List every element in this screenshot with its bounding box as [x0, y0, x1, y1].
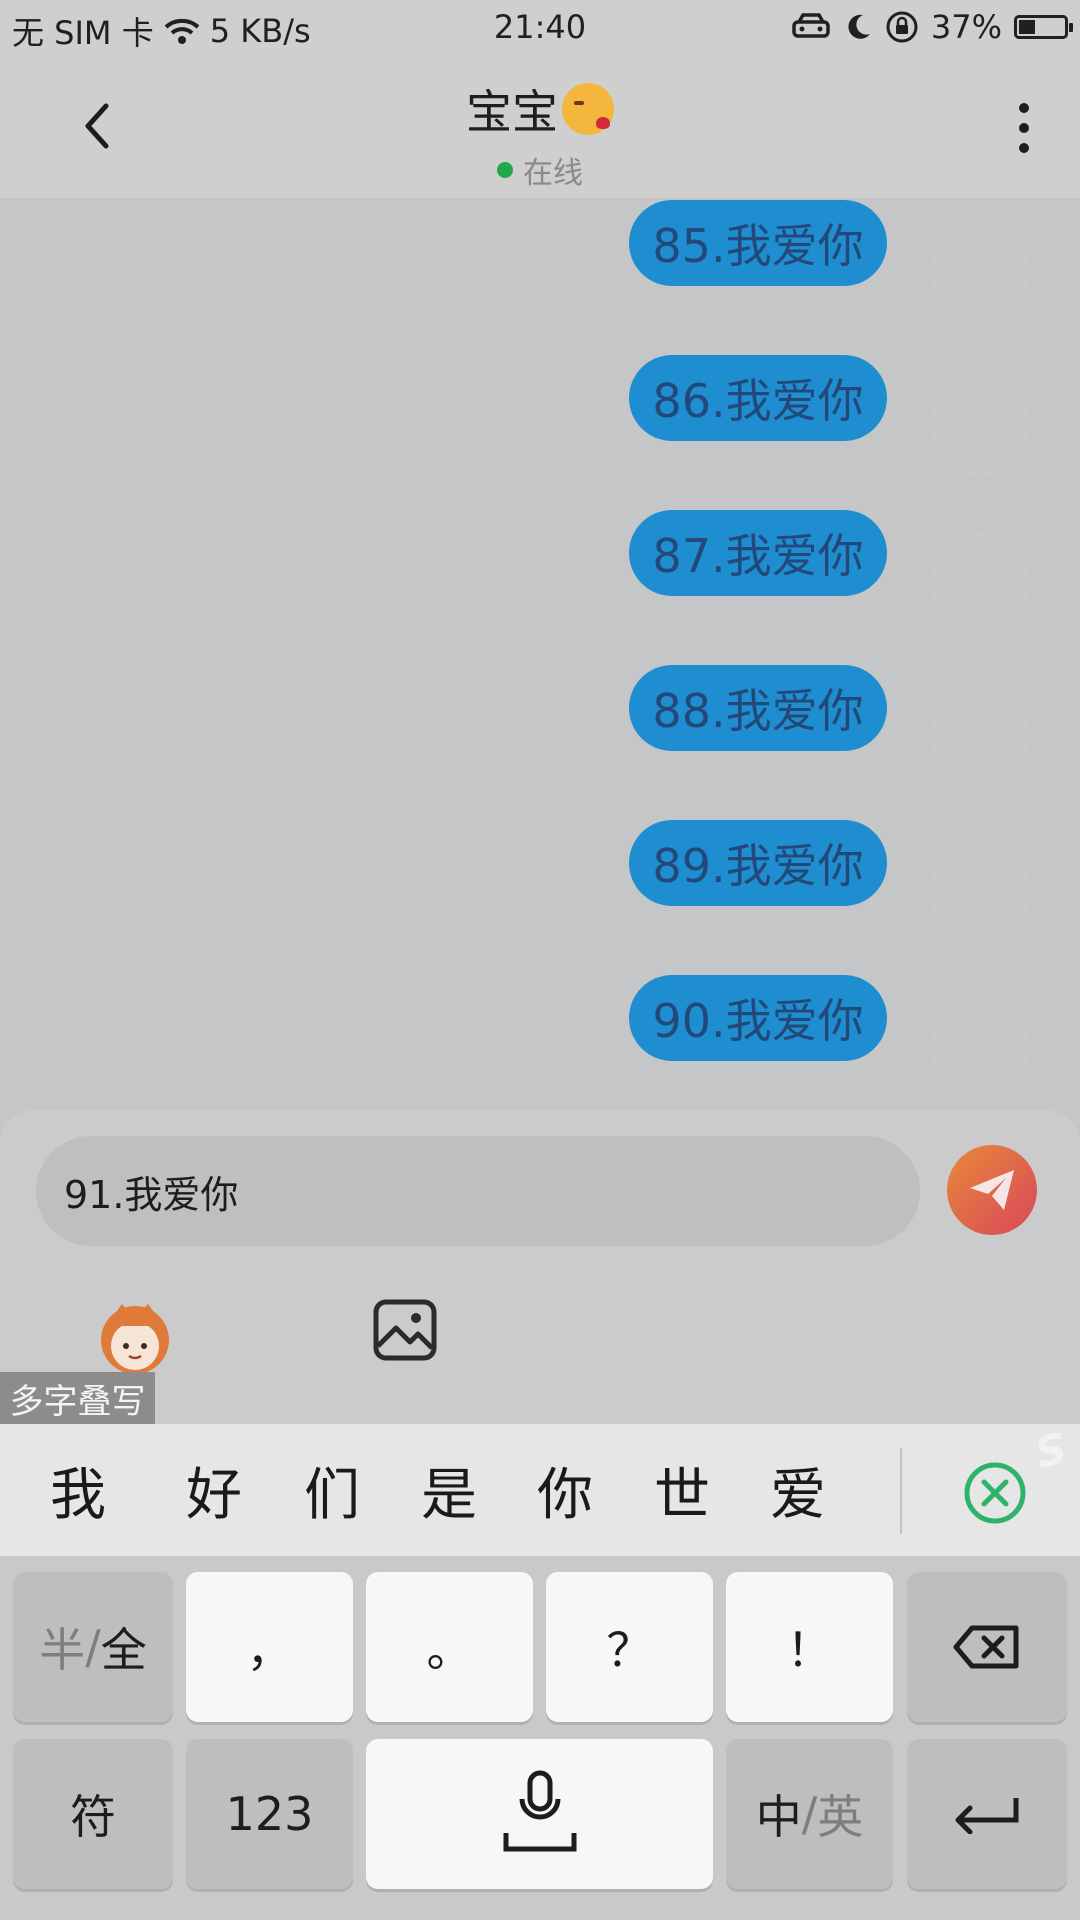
presence-label: 在线 — [523, 156, 583, 191]
message-bubble[interactable]: 87.我爱你 — [629, 510, 887, 596]
contact-name: 宝宝 — [466, 85, 558, 139]
message-bubble[interactable]: 85.我爱你 — [629, 200, 887, 286]
avatar[interactable] — [930, 377, 1030, 477]
message-list[interactable]: 85.我爱你 86.我爱你 87.我爱你 88.我爱你 89.我爱你 90.我爱… — [0, 198, 1080, 1110]
backspace-icon — [953, 1625, 1019, 1669]
message-bubble[interactable]: 90.我爱你 — [629, 975, 887, 1061]
candidate-bar: 我 好 们 是 你 世 爱 — [0, 1424, 1080, 1556]
half-full-width-key[interactable]: 半 / 全 — [13, 1572, 173, 1722]
exclamation-key[interactable]: ！ — [726, 1572, 893, 1722]
chinese-english-toggle-key[interactable]: 中 / 英 — [726, 1739, 893, 1889]
rotation-lock-icon — [886, 11, 918, 43]
presence: 在线 — [0, 148, 1080, 192]
message-input[interactable]: 91.我爱你 — [36, 1136, 920, 1246]
car-icon — [792, 13, 830, 38]
backspace-key[interactable] — [907, 1572, 1067, 1722]
message-bubble[interactable]: 88.我爱你 — [629, 665, 887, 751]
close-candidates-icon[interactable] — [962, 1460, 1028, 1526]
candidate-word[interactable]: 爱 — [758, 1424, 838, 1556]
online-dot-icon — [497, 162, 513, 178]
more-options-icon[interactable] — [1014, 100, 1034, 156]
avatar[interactable] — [930, 842, 1030, 942]
enter-arrow-icon — [955, 1798, 1019, 1834]
battery-icon — [1014, 15, 1073, 39]
chat-title: 宝宝 — [466, 76, 614, 142]
message-bubble[interactable]: 86.我爱你 — [629, 355, 887, 441]
candidate-word[interactable]: 我 — [38, 1424, 118, 1556]
candidate-word[interactable]: 世 — [642, 1424, 722, 1556]
space-voice-key[interactable] — [366, 1739, 713, 1889]
moon-icon — [848, 14, 870, 39]
candidate-word[interactable]: 们 — [292, 1424, 372, 1556]
paper-plane-icon — [970, 1170, 1014, 1210]
status-right: 37% — [791, 8, 1073, 46]
symbols-key[interactable]: 符 — [13, 1739, 173, 1889]
send-button[interactable] — [947, 1145, 1037, 1235]
kissing-face-emoji-icon — [562, 83, 614, 135]
message-bubble[interactable]: 89.我爱你 — [629, 820, 887, 906]
enter-key[interactable] — [907, 1739, 1067, 1889]
question-mark-key[interactable]: ？ — [546, 1572, 713, 1722]
comma-key[interactable]: ， — [186, 1572, 353, 1722]
battery-level — [1019, 20, 1035, 34]
candidate-divider — [900, 1448, 902, 1534]
period-key[interactable]: 。 — [366, 1572, 533, 1722]
composer-panel: 91.我爱你 多字叠写 — [0, 1110, 1080, 1424]
chat-title-block: 宝宝 在线 — [0, 76, 1080, 192]
keyboard: 半 / 全 ， 。 ？ ！ 符 123 中 / 英 — [0, 1556, 1080, 1920]
numbers-key[interactable]: 123 — [186, 1739, 353, 1889]
status-bar: 无 SIM 卡 5 KB/s 21:40 37% — [0, 0, 1080, 56]
image-gallery-icon[interactable] — [372, 1298, 438, 1362]
sticker-mascot-icon[interactable] — [92, 1296, 178, 1376]
chat-header: 宝宝 在线 — [0, 56, 1080, 198]
candidate-word[interactable]: 好 — [174, 1424, 254, 1556]
avatar[interactable] — [930, 997, 1030, 1097]
avatar[interactable] — [930, 687, 1030, 787]
avatar[interactable] — [930, 222, 1030, 322]
candidate-word[interactable]: 你 — [525, 1424, 605, 1556]
candidate-word[interactable]: 是 — [409, 1424, 489, 1556]
handwriting-mode-label[interactable]: 多字叠写 — [0, 1372, 155, 1424]
microphone-icon — [503, 1770, 576, 1852]
battery-percent: 37% — [930, 8, 1002, 46]
avatar[interactable] — [930, 532, 1030, 632]
